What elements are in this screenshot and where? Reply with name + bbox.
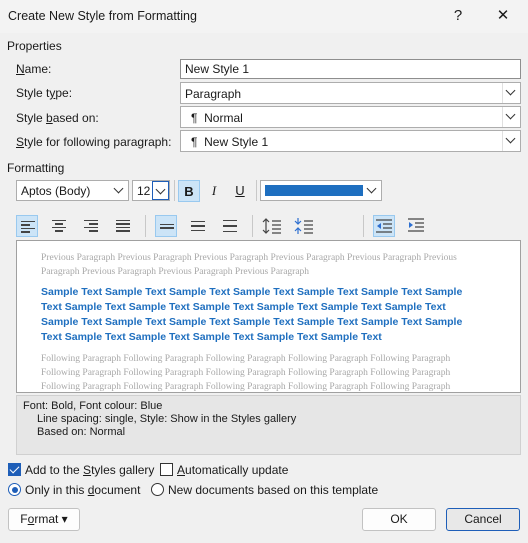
toolbar-separator: [252, 215, 253, 237]
chevron-down-icon: [111, 181, 128, 200]
description-line: Font: Bold, Font colour: Blue: [23, 400, 163, 412]
chevron-down-icon: [152, 181, 169, 200]
new-documents-label[interactable]: New documents based on this template: [168, 483, 378, 497]
italic-button[interactable]: I: [203, 180, 225, 202]
following-paragraph-preview: Following Paragraph Following Paragraph …: [41, 354, 451, 392]
close-button[interactable]: ✕: [492, 5, 514, 27]
dialog-title: Create New Style from Formatting: [8, 9, 197, 23]
justify-icon: [116, 220, 130, 232]
justify-button[interactable]: [112, 215, 134, 237]
toolbar-separator: [256, 180, 257, 201]
one-half-spacing-button[interactable]: [187, 215, 209, 237]
align-right-button[interactable]: [80, 215, 102, 237]
increase-paragraph-spacing-icon: [262, 218, 281, 234]
align-left-icon: [21, 221, 35, 233]
align-center-button[interactable]: [48, 215, 70, 237]
paragraph-mark-icon: ¶: [191, 135, 198, 149]
automatically-update-label[interactable]: Automatically update: [177, 463, 288, 477]
properties-section-label: Properties: [7, 39, 62, 53]
description-line: Based on: Normal: [37, 426, 126, 438]
font-color-swatch: [265, 185, 363, 196]
style-type-label: Style type:: [16, 86, 73, 100]
following-paragraph-select[interactable]: ¶ New Style 1: [180, 130, 521, 152]
decrease-indent-button[interactable]: [373, 215, 395, 237]
title-bar: Create New Style from Formatting ? ✕: [0, 0, 528, 33]
increase-indent-button[interactable]: [405, 215, 427, 237]
add-to-styles-gallery-label[interactable]: Add to the Styles gallery: [25, 463, 154, 477]
font-name-select[interactable]: Aptos (Body): [16, 180, 129, 201]
ok-button[interactable]: OK: [362, 508, 436, 531]
new-documents-radio[interactable]: [151, 483, 164, 496]
chevron-down-icon: [502, 83, 520, 103]
help-button[interactable]: ?: [447, 5, 469, 27]
double-spacing-button[interactable]: [219, 215, 241, 237]
following-paragraph-label: Style for following paragraph:: [16, 135, 172, 149]
double-spacing-icon: [223, 220, 237, 233]
single-spacing-icon: [160, 224, 174, 236]
chevron-down-icon: [502, 107, 520, 127]
style-type-select[interactable]: Paragraph: [180, 82, 521, 104]
toolbar-separator: [145, 215, 146, 237]
name-label: Name:: [16, 62, 52, 76]
increase-indent-icon: [408, 218, 424, 232]
single-spacing-button[interactable]: [155, 215, 177, 237]
previous-paragraph-preview: Previous Paragraph Previous Paragraph Pr…: [41, 253, 457, 277]
decrease-paragraph-spacing-icon: [294, 218, 313, 234]
paragraph-mark-icon: ¶: [191, 111, 198, 125]
name-field[interactable]: New Style 1: [180, 59, 521, 79]
one-half-spacing-icon: [191, 221, 205, 233]
chevron-down-icon: [502, 131, 520, 151]
description-line: Line spacing: single, Style: Show in the…: [37, 413, 297, 425]
align-center-icon: [52, 220, 66, 232]
toolbar-separator: [174, 180, 175, 201]
decrease-spacing-button[interactable]: [293, 215, 315, 237]
cancel-button[interactable]: Cancel: [446, 508, 520, 531]
formatting-section-label: Formatting: [7, 161, 65, 175]
chevron-down-icon: [364, 181, 381, 200]
sample-text-preview: Sample Text Sample Text Sample Text Samp…: [41, 286, 463, 343]
font-color-select[interactable]: [260, 180, 382, 201]
underline-button[interactable]: U: [229, 180, 251, 202]
only-in-this-document-radio[interactable]: [8, 483, 21, 496]
font-size-select[interactable]: 12: [132, 180, 170, 201]
increase-spacing-button[interactable]: [261, 215, 283, 237]
format-menu-button[interactable]: Format ▾: [8, 508, 80, 531]
align-left-button[interactable]: [16, 215, 38, 237]
dropdown-arrow-icon: ▾: [61, 512, 68, 526]
bold-button[interactable]: B: [178, 180, 200, 202]
add-to-styles-gallery-checkbox[interactable]: [8, 463, 21, 476]
decrease-indent-icon: [376, 219, 392, 233]
based-on-label: Style based on:: [16, 111, 99, 125]
align-right-icon: [84, 220, 98, 232]
style-description: Font: Bold, Font colour: Blue Line spaci…: [16, 395, 521, 455]
only-in-this-document-label[interactable]: Only in this document: [25, 483, 140, 497]
style-preview: Previous Paragraph Previous Paragraph Pr…: [16, 240, 521, 393]
based-on-select[interactable]: ¶ Normal: [180, 106, 521, 128]
toolbar-separator: [363, 215, 364, 237]
automatically-update-checkbox[interactable]: [160, 463, 173, 476]
